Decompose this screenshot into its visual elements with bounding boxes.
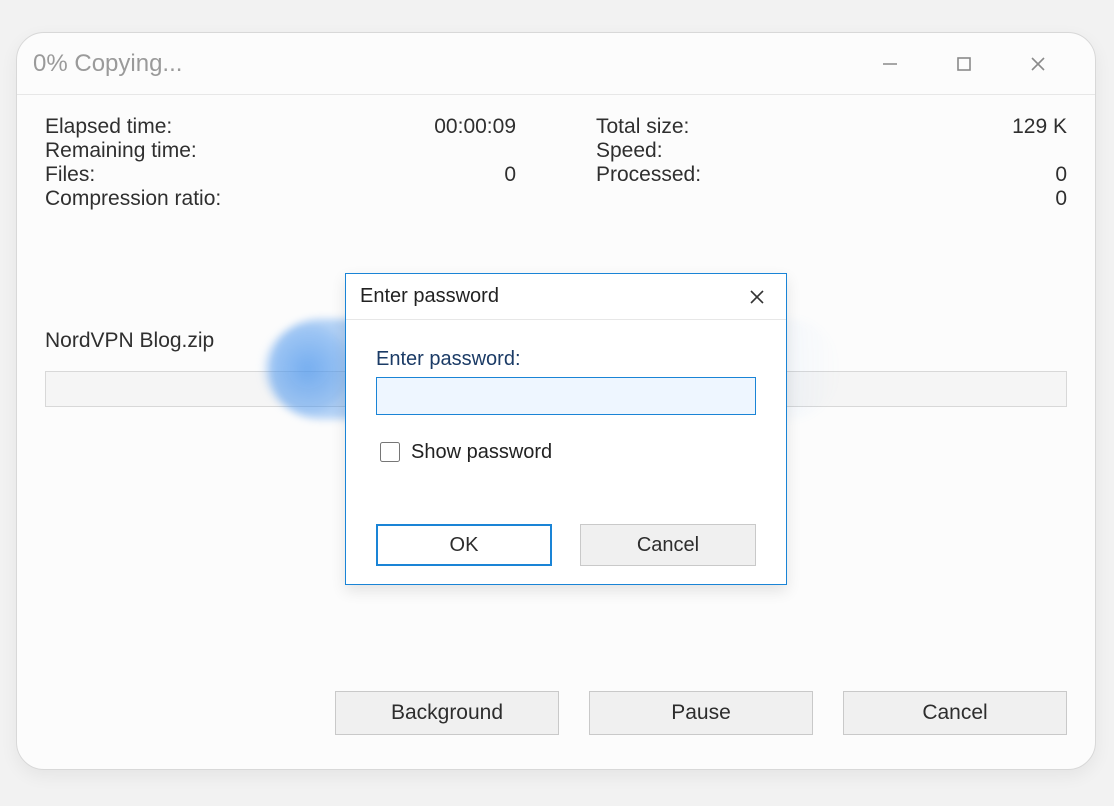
dialog-close-button[interactable] — [736, 276, 778, 318]
stat-remaining-time: Remaining time: — [45, 139, 516, 163]
bottom-button-row: Background Pause Cancel — [17, 691, 1095, 735]
window-title: 0% Copying... — [29, 50, 853, 78]
stat-elapsed-time: Elapsed time: 00:00:09 — [45, 115, 516, 139]
close-button[interactable] — [1001, 33, 1075, 95]
titlebar: 0% Copying... — [17, 33, 1095, 95]
stat-extra: 0 — [596, 187, 1067, 211]
dialog-titlebar: Enter password — [346, 274, 786, 320]
stat-label: Compression ratio: — [45, 187, 221, 211]
stat-label: Elapsed time: — [45, 115, 172, 139]
password-label: Enter password: — [376, 348, 756, 371]
password-input[interactable] — [376, 377, 756, 415]
stats-grid: Elapsed time: 00:00:09 Remaining time: F… — [45, 115, 1067, 211]
stat-speed: Speed: — [596, 139, 1067, 163]
dialog-body: Enter password: Show password — [346, 320, 786, 465]
stat-compression-ratio: Compression ratio: — [45, 187, 516, 211]
show-password-label: Show password — [411, 441, 552, 464]
stat-label: Remaining time: — [45, 139, 197, 163]
password-dialog: Enter password Enter password: Show pass… — [345, 273, 787, 585]
background-button[interactable]: Background — [335, 691, 559, 735]
copy-progress-window: 0% Copying... Elapsed time: 00:00:09 Rem… — [16, 32, 1096, 770]
stat-label: Files: — [45, 163, 95, 187]
dialog-button-row: OK Cancel — [346, 524, 786, 566]
stat-value: 00:00:09 — [434, 115, 516, 139]
stat-value: 129 K — [1012, 115, 1067, 139]
stat-processed: Processed: 0 — [596, 163, 1067, 187]
stat-label: Total size: — [596, 115, 689, 139]
stat-files: Files: 0 — [45, 163, 516, 187]
stat-label: Processed: — [596, 163, 701, 187]
stat-label: Speed: — [596, 139, 663, 163]
show-password-row[interactable]: Show password — [376, 439, 756, 465]
stat-value: 0 — [476, 163, 516, 187]
maximize-button[interactable] — [927, 33, 1001, 95]
pause-button[interactable]: Pause — [589, 691, 813, 735]
cancel-button[interactable]: Cancel — [843, 691, 1067, 735]
dialog-cancel-button[interactable]: Cancel — [580, 524, 756, 566]
ok-button[interactable]: OK — [376, 524, 552, 566]
dialog-title: Enter password — [360, 285, 736, 308]
minimize-button[interactable] — [853, 33, 927, 95]
stat-value: 0 — [1027, 187, 1067, 211]
stat-total-size: Total size: 129 K — [596, 115, 1067, 139]
stat-value: 0 — [1027, 163, 1067, 187]
show-password-checkbox[interactable] — [380, 442, 400, 462]
